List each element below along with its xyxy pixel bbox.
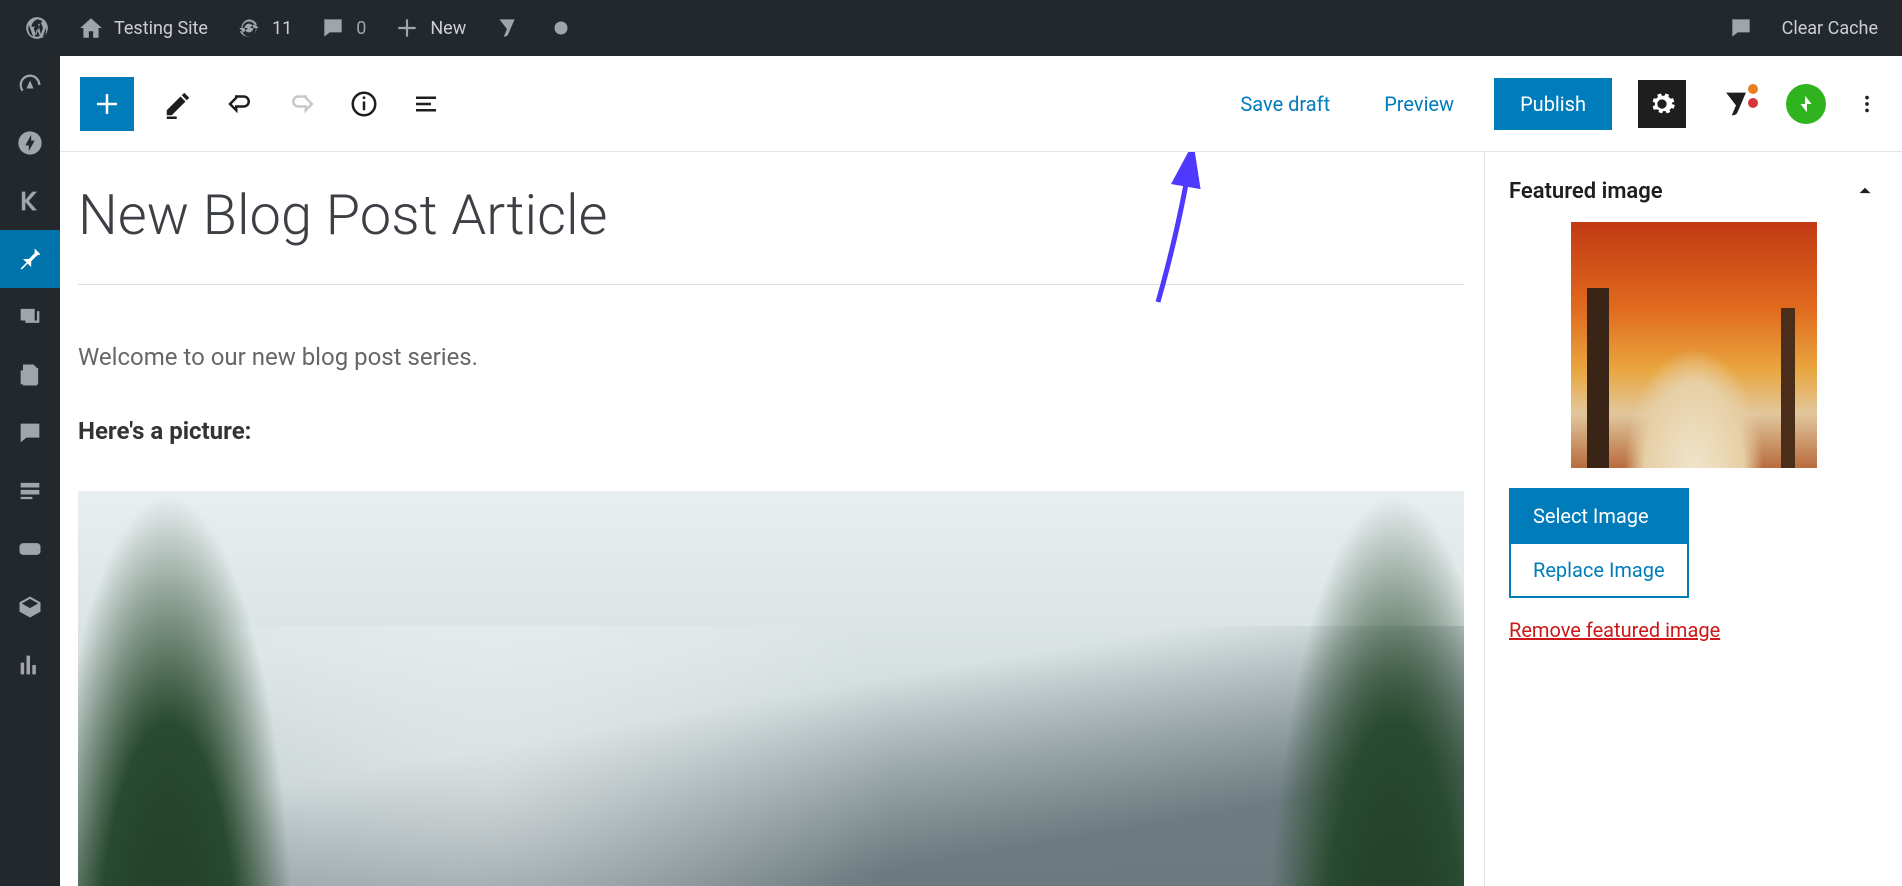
paragraph-block[interactable]: Welcome to our new blog post series. — [78, 343, 1464, 371]
redo-icon — [287, 89, 317, 119]
comment-count: 0 — [356, 18, 366, 39]
redo-button[interactable] — [284, 86, 320, 122]
bolt-icon — [1795, 93, 1817, 115]
new-link[interactable]: New — [380, 0, 480, 56]
plus-icon — [394, 15, 420, 41]
letter-k-icon — [16, 187, 44, 215]
clear-cache-label: Clear Cache — [1782, 18, 1878, 39]
comments-link[interactable]: 0 — [306, 0, 380, 56]
sidebar-pages[interactable] — [0, 346, 60, 404]
select-image-button[interactable]: Select Image — [1509, 488, 1689, 544]
site-link[interactable]: Testing Site — [64, 0, 222, 56]
chevron-up-icon — [1852, 178, 1878, 204]
add-block-button[interactable] — [80, 77, 134, 131]
undo-button[interactable] — [222, 86, 258, 122]
sidebar-dashboard[interactable] — [0, 56, 60, 114]
woo-icon — [16, 535, 44, 563]
update-count: 11 — [272, 18, 292, 39]
home-icon — [78, 15, 104, 41]
remove-featured-image-link[interactable]: Remove featured image — [1509, 618, 1720, 642]
undo-icon — [225, 89, 255, 119]
more-vertical-icon — [1856, 93, 1878, 115]
panel-title: Featured image — [1509, 179, 1663, 204]
preview-button[interactable]: Preview — [1370, 82, 1468, 126]
outline-button[interactable] — [408, 86, 444, 122]
image-block[interactable] — [78, 491, 1464, 886]
bolt-circle-icon — [16, 129, 44, 157]
cache-notify[interactable] — [1714, 0, 1768, 56]
sidebar-k[interactable] — [0, 172, 60, 230]
editor-toolbar: Save draft Preview Publish — [60, 56, 1902, 152]
update-icon — [236, 15, 262, 41]
yoast-adminbar[interactable] — [480, 0, 534, 56]
yoast-dot-orange — [1748, 84, 1758, 94]
updates-link[interactable]: 11 — [222, 0, 306, 56]
editor: Save draft Preview Publish New Blog Post… — [60, 56, 1902, 886]
settings-button[interactable] — [1638, 80, 1686, 128]
sidebar-analytics[interactable] — [0, 636, 60, 694]
sidebar-posts[interactable] — [0, 230, 60, 288]
box-icon — [16, 593, 44, 621]
yoast-dot-red — [1748, 98, 1758, 108]
gear-icon — [1648, 90, 1676, 118]
edit-mode-button[interactable] — [160, 86, 196, 122]
list-icon — [411, 89, 441, 119]
media-icon — [16, 303, 44, 331]
sidebar-woo[interactable] — [0, 520, 60, 578]
admin-bar: Testing Site 11 0 New Clear Cache — [0, 0, 1902, 56]
form-icon — [16, 477, 44, 505]
status-dot[interactable] — [534, 0, 588, 56]
sidebar-forms[interactable] — [0, 462, 60, 520]
wp-logo[interactable] — [10, 0, 64, 56]
jetpack-button[interactable] — [1786, 84, 1826, 124]
paragraph-block-bold[interactable]: Here's a picture: — [78, 417, 1464, 445]
save-draft-button[interactable]: Save draft — [1226, 82, 1344, 126]
circle-icon — [548, 15, 574, 41]
notification-icon — [1728, 15, 1754, 41]
featured-image-thumbnail[interactable] — [1571, 222, 1817, 468]
clear-cache[interactable]: Clear Cache — [1768, 0, 1892, 56]
featured-image-panel-toggle[interactable]: Featured image — [1485, 152, 1902, 222]
admin-sidebar — [0, 56, 60, 886]
yoast-panel-button[interactable] — [1712, 80, 1760, 128]
more-options-button[interactable] — [1852, 80, 1882, 128]
wordpress-icon — [24, 15, 50, 41]
comment-icon — [16, 419, 44, 447]
yoast-icon — [494, 15, 520, 41]
pin-icon — [16, 245, 44, 273]
pencil-icon — [163, 89, 193, 119]
sidebar-media[interactable] — [0, 288, 60, 346]
info-button[interactable] — [346, 86, 382, 122]
publish-button[interactable]: Publish — [1494, 78, 1612, 130]
sidebar-comments[interactable] — [0, 404, 60, 462]
sidebar-products[interactable] — [0, 578, 60, 636]
sidebar-amp[interactable] — [0, 114, 60, 172]
new-label: New — [430, 18, 466, 39]
plus-icon — [92, 89, 122, 119]
pages-icon — [16, 361, 44, 389]
editor-canvas[interactable]: New Blog Post Article Welcome to our new… — [60, 152, 1484, 886]
inspector-panel: Featured image Select Image Replace Imag… — [1484, 152, 1902, 886]
replace-image-button[interactable]: Replace Image — [1509, 544, 1689, 598]
bars-icon — [16, 651, 44, 679]
site-name: Testing Site — [114, 18, 208, 39]
info-icon — [349, 89, 379, 119]
post-title[interactable]: New Blog Post Article — [78, 182, 1464, 285]
comment-icon — [320, 15, 346, 41]
dashboard-icon — [16, 71, 44, 99]
